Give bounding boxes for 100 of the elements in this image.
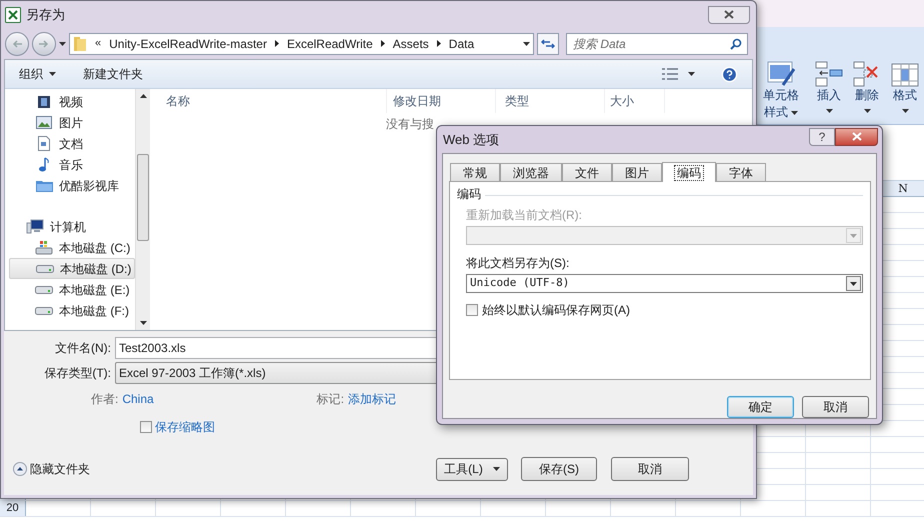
ribbon-button[interactable]: 单元格 样式 — [758, 61, 804, 121]
breadcrumb-item[interactable]: Data — [448, 34, 474, 52]
history-caret-icon — [59, 42, 66, 46]
navigation-item[interactable]: 计算机 — [5, 216, 135, 237]
new-folder-button[interactable]: 新建文件夹 — [83, 65, 143, 83]
breadcrumb-item[interactable]: ExcelReadWrite — [286, 34, 373, 52]
help-button[interactable]: ? — [809, 128, 835, 146]
navigation-item[interactable]: 本地磁盘 (C:) — [5, 237, 135, 258]
caret-icon — [864, 109, 870, 113]
breadcrumb-arrow-icon — [274, 40, 279, 47]
encoding-dropdown[interactable]: Unicode (UTF-8) — [466, 274, 863, 293]
navigation-item[interactable]: 文档 — [5, 133, 135, 154]
checkbox[interactable] — [466, 304, 478, 316]
tab[interactable]: 浏览器 — [500, 163, 562, 181]
navigation-item[interactable]: 本地磁盘 (D:) — [9, 258, 135, 279]
save-button[interactable]: 保存(S) — [521, 457, 597, 481]
ribbon-button[interactable]: 删除 — [848, 61, 886, 113]
view-caret-icon — [688, 72, 695, 76]
help-icon — [721, 66, 738, 82]
cancel-button[interactable]: 取消 — [802, 396, 869, 418]
navigation-item[interactable]: 优酷影视库 — [5, 175, 135, 196]
hide-folders-toggle[interactable]: 隐藏文件夹 — [13, 460, 90, 478]
caret-icon — [902, 109, 908, 113]
close-button[interactable] — [835, 128, 878, 146]
breadcrumb-arrow-icon — [436, 40, 441, 47]
caret-icon — [826, 109, 832, 113]
refresh-arrows-icon — [541, 38, 555, 50]
breadcrumb-item[interactable]: Assets — [392, 34, 429, 52]
film-icon — [37, 94, 51, 108]
left-arrow-icon — [12, 40, 22, 48]
cell-styles-icon — [767, 61, 795, 87]
insert-cells-icon — [815, 61, 843, 87]
tab[interactable]: 文件 — [562, 163, 612, 181]
caret-icon — [492, 467, 500, 471]
caret-icon — [850, 282, 857, 286]
drive-icon — [35, 240, 53, 255]
caret-icon — [791, 110, 798, 114]
back-button[interactable] — [5, 32, 29, 56]
row-number: 20 — [6, 501, 19, 516]
checkbox[interactable] — [140, 421, 152, 433]
right-arrow-icon — [39, 40, 49, 48]
navigation-item[interactable]: 视频 — [5, 91, 135, 112]
column-header: N — [898, 181, 908, 196]
tab[interactable]: 编码 — [662, 162, 716, 182]
author-link[interactable]: China — [122, 390, 154, 408]
field-label: 保存类型(T): — [43, 365, 112, 382]
reload-dropdown[interactable] — [466, 226, 863, 245]
ok-button[interactable]: 确定 — [727, 396, 794, 418]
caret-icon — [850, 234, 857, 238]
tab[interactable]: 常规 — [450, 163, 500, 181]
column-header[interactable]: 名称 — [150, 89, 387, 113]
field-label: 重新加载当前文档(R): — [466, 207, 583, 224]
document-icon — [38, 136, 50, 151]
column-header[interactable]: 修改日期 — [387, 89, 496, 113]
organize-menu[interactable]: 组织 — [19, 65, 56, 83]
search-field[interactable]: 搜索 Data — [566, 32, 748, 54]
music-note-icon — [38, 156, 50, 172]
breadcrumb-arrow-icon — [380, 40, 385, 47]
caret-icon — [49, 72, 56, 76]
drive-icon — [36, 264, 54, 272]
field-label: 将此文档另存为(S): — [466, 255, 570, 272]
format-cells-icon — [891, 61, 919, 87]
drive-icon — [35, 286, 53, 294]
tags-link[interactable]: 添加标记 — [348, 390, 396, 408]
folder-icon — [36, 179, 52, 192]
navigation-item[interactable]: 图片 — [5, 112, 135, 133]
breadcrumb-item[interactable]: Unity-ExcelReadWrite-master — [109, 34, 267, 52]
checkbox-label[interactable]: 保存缩略图 — [155, 418, 215, 436]
scroll-up-icon — [140, 94, 146, 98]
folder-icon — [73, 36, 87, 52]
address-caret-icon — [523, 42, 530, 46]
address-bar[interactable]: « Unity-ExcelReadWrite-master ExcelReadWrite Assets Data — [69, 32, 534, 54]
field-label: 文件名(N): — [54, 340, 112, 357]
scrollbar[interactable] — [135, 89, 150, 330]
search-icon — [730, 38, 742, 50]
ribbon-button[interactable]: 插入 — [810, 61, 848, 113]
drive-icon — [35, 306, 53, 314]
group-label: 编码 — [457, 186, 481, 203]
refresh-button[interactable] — [537, 32, 559, 54]
tools-button[interactable]: 工具(L) — [436, 458, 508, 480]
computer-icon — [26, 219, 44, 234]
checkbox-label[interactable]: 始终以默认编码保存网页(A) — [482, 301, 630, 319]
navigation-item[interactable]: 本地磁盘 (F:) — [5, 300, 135, 321]
ribbon-button[interactable]: 格式 — [886, 61, 924, 113]
navigation-item[interactable]: 本地磁盘 (E:) — [5, 279, 135, 300]
picture-icon — [36, 116, 52, 129]
field-label: 标记: — [316, 391, 344, 408]
tab[interactable]: 字体 — [716, 163, 766, 181]
column-header[interactable]: 大小 — [605, 89, 665, 113]
field-label: 作者: — [91, 391, 118, 408]
column-header[interactable]: 类型 — [496, 89, 605, 113]
tab[interactable]: 图片 — [612, 163, 662, 181]
scroll-down-icon — [140, 321, 146, 325]
close-icon — [852, 132, 862, 141]
forward-button[interactable] — [32, 32, 56, 56]
cancel-button[interactable]: 取消 — [611, 457, 689, 481]
navigation-item[interactable]: 音乐 — [5, 154, 135, 175]
window-title: 另存为 — [26, 6, 65, 24]
breadcrumb-overflow[interactable]: « — [95, 35, 102, 52]
close-button[interactable] — [708, 6, 750, 24]
